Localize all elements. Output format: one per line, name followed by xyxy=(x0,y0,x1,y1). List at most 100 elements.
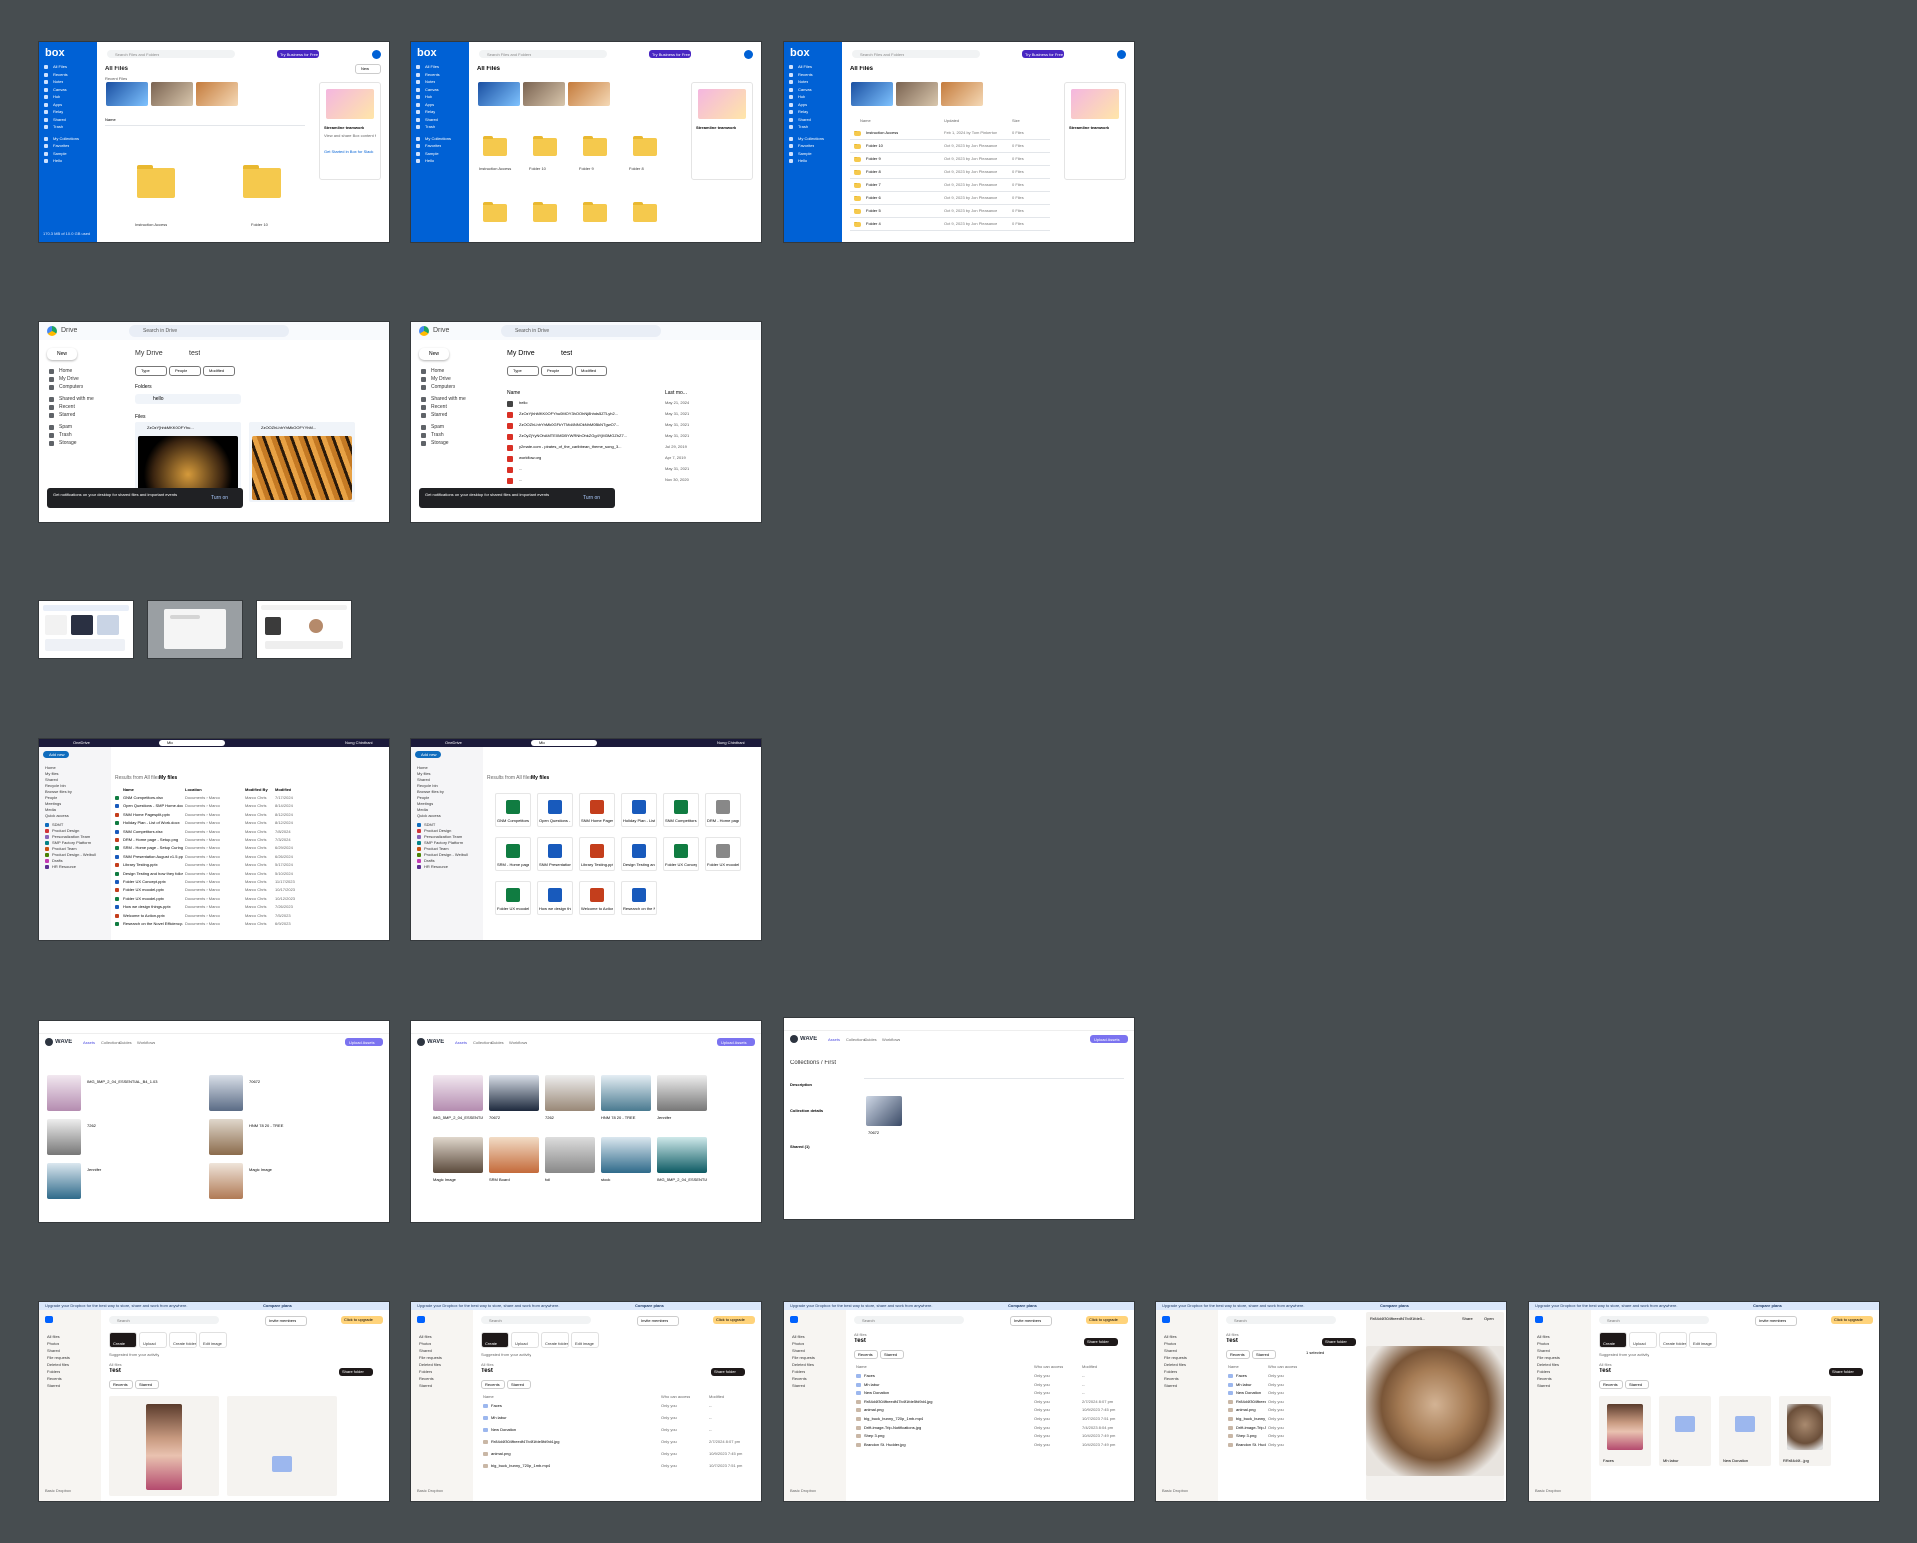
sidebar-item[interactable]: Home xyxy=(417,765,428,770)
row-name[interactable]: ZzOyZjYyNOhAMTE0MDBYWRNhOhkZGg4YjM3MGZhZ… xyxy=(519,433,659,438)
sidebar-item[interactable]: People xyxy=(45,795,57,800)
row-name[interactable]: Brandon St. Hudder.jpg xyxy=(864,1442,984,1447)
tab[interactable]: Guides xyxy=(864,1037,877,1042)
sidebar-item[interactable]: Notes xyxy=(425,79,435,84)
asset-thumb[interactable] xyxy=(657,1137,707,1173)
sidebar-item[interactable]: Recents xyxy=(1164,1376,1179,1381)
row-name[interactable]: Folder 4 xyxy=(866,221,881,226)
business-button[interactable]: Try Business for Free xyxy=(277,50,319,58)
sidebar-item[interactable]: Starred xyxy=(1537,1383,1550,1388)
row-name[interactable]: Instruction Access xyxy=(866,130,898,135)
quick-access-item[interactable]: Product Design - Weibull xyxy=(424,852,480,857)
row-name[interactable]: Folder 5 xyxy=(866,208,881,213)
sidebar-item[interactable]: Media xyxy=(45,807,56,812)
row-name[interactable]: Folder UX moodel.pptx xyxy=(123,887,183,892)
filter-chip[interactable]: Recents xyxy=(1226,1350,1250,1359)
avatar[interactable] xyxy=(1117,50,1126,59)
add-new-button[interactable]: Add new xyxy=(415,751,441,758)
grid-card[interactable]: New Donation xyxy=(1719,1396,1771,1466)
sidebar-item[interactable]: Starred xyxy=(59,412,75,418)
asset-thumb[interactable] xyxy=(601,1075,651,1111)
row-name[interactable]: Folder 8 xyxy=(866,169,881,174)
filter-chip[interactable]: Type xyxy=(507,366,539,376)
sidebar-item[interactable]: Photos xyxy=(47,1341,59,1346)
asset-thumb[interactable] xyxy=(47,1075,81,1111)
search-input[interactable]: Search xyxy=(1599,1316,1709,1324)
sidebar-item[interactable]: Trash xyxy=(425,124,435,129)
column-header[interactable]: Modified By xyxy=(245,787,268,792)
quick-access-item[interactable]: SMP Factory Platform xyxy=(424,840,480,845)
tab[interactable]: Workflows xyxy=(509,1040,527,1045)
folder-tile[interactable] xyxy=(137,165,175,198)
quick-access-item[interactable]: SMP Factory Platform xyxy=(52,840,108,845)
search-input[interactable]: Search Files and Folders xyxy=(107,50,235,58)
file-card[interactable]: Design Testing and how they follow.docx xyxy=(621,837,657,871)
action-button[interactable]: Edit image xyxy=(199,1332,227,1348)
sidebar-item[interactable]: Canvas xyxy=(53,87,67,92)
file-card[interactable]: Holiday Plan - List of Work.docx xyxy=(621,793,657,827)
asset-name[interactable]: IMG_5MP_2_04_ESSENTIAL_B4_1.03 xyxy=(433,1115,483,1120)
file-card[interactable]: SNM Competitors.xlsx xyxy=(663,793,699,827)
tab[interactable]: Assets xyxy=(83,1040,95,1045)
column-header[interactable]: Updated xyxy=(944,118,959,123)
asset-name[interactable]: stock xyxy=(601,1177,651,1182)
folder-tile[interactable] xyxy=(533,136,557,156)
filter-chip[interactable]: Starred xyxy=(135,1380,159,1389)
compare-plans-link[interactable]: Compare plans xyxy=(1380,1303,1409,1308)
filter-chip[interactable]: Starred xyxy=(507,1380,531,1389)
file-card[interactable]: DRM - Home page - Setup.png xyxy=(705,793,741,827)
sidebar-item[interactable]: Deleted files xyxy=(792,1362,814,1367)
folder-tile[interactable] xyxy=(483,202,507,222)
column-header[interactable]: Who can access xyxy=(661,1394,690,1399)
row-name[interactable]: Folder 7 xyxy=(866,182,881,187)
row-name[interactable]: animal.png xyxy=(491,1451,611,1456)
folder-chip[interactable]: hello xyxy=(135,394,241,404)
quick-access-item[interactable]: Product Team xyxy=(52,846,108,851)
asset-thumb[interactable] xyxy=(433,1075,483,1111)
grid-card[interactable]: RRr84d4f...jpg xyxy=(1779,1396,1831,1466)
file-card[interactable]: ZzOOZhLhhYhMkOOFYYhM... xyxy=(249,422,355,502)
sidebar-item[interactable]: Spam xyxy=(59,424,72,430)
filter-chip[interactable]: People xyxy=(169,366,201,376)
row-name[interactable]: SRM - Home page - Setup Curing xyxy=(123,845,183,850)
file-card[interactable]: Library Testing.pptx xyxy=(579,837,615,871)
quick-access-item[interactable]: Product Design - Weibull xyxy=(52,852,108,857)
file-card[interactable]: GNM Competitors.xlsx xyxy=(495,793,531,827)
row-name[interactable]: How we design things.pptx xyxy=(123,904,183,909)
sidebar-item[interactable]: All Files xyxy=(425,64,439,69)
sidebar-item[interactable]: Home xyxy=(45,765,56,770)
asset-thumb[interactable] xyxy=(433,1137,483,1173)
asset-name[interactable]: Jennifer xyxy=(87,1167,187,1172)
sidebar-item[interactable]: Shared xyxy=(1537,1348,1550,1353)
sidebar-item[interactable]: Sample xyxy=(53,151,67,156)
new-button[interactable]: New xyxy=(355,64,381,74)
row-name[interactable]: New Donation xyxy=(491,1427,611,1432)
column-header[interactable]: Modified xyxy=(1082,1364,1097,1369)
sidebar-item[interactable]: Starred xyxy=(419,1383,432,1388)
filter-chip[interactable]: Starred xyxy=(1252,1350,1276,1359)
action-button[interactable]: Edit image xyxy=(1689,1332,1717,1348)
sidebar-item[interactable]: Storage xyxy=(59,440,77,446)
asset-thumb[interactable] xyxy=(489,1075,539,1111)
column-header[interactable]: Who can access xyxy=(1268,1364,1297,1369)
sidebar-item[interactable]: Shared xyxy=(425,117,438,122)
sidebar-item[interactable]: All Files xyxy=(798,64,812,69)
filter-chip[interactable]: Starred xyxy=(880,1350,904,1359)
quick-access-item[interactable]: Drafts xyxy=(52,858,108,863)
row-name[interactable]: Folder 6 xyxy=(866,195,881,200)
search-input[interactable]: Search Files and Folders xyxy=(852,50,980,58)
tab[interactable]: Collections xyxy=(473,1040,493,1045)
tab[interactable]: Collections xyxy=(846,1037,866,1042)
asset-thumb[interactable] xyxy=(47,1119,81,1155)
sidebar-item[interactable]: Quick access xyxy=(417,813,441,818)
row-name[interactable]: DRM - Home page - Setup.png xyxy=(123,837,183,842)
asset-name[interactable]: IMG_5MP_2_04_ESSENTIAL_B4_1.03 xyxy=(657,1177,707,1182)
column-header[interactable]: Modified xyxy=(275,787,291,792)
tab[interactable]: Guides xyxy=(491,1040,504,1045)
breadcrumb-root[interactable]: My Drive xyxy=(135,350,163,357)
upgrade-button[interactable]: Click to upgrade xyxy=(1831,1316,1873,1324)
share-folder-button[interactable]: Share folder xyxy=(711,1368,745,1376)
column-header[interactable]: Who can access xyxy=(1034,1364,1063,1369)
open-button[interactable]: Open xyxy=(1484,1316,1494,1321)
filter-chip[interactable]: Recents xyxy=(481,1380,505,1389)
